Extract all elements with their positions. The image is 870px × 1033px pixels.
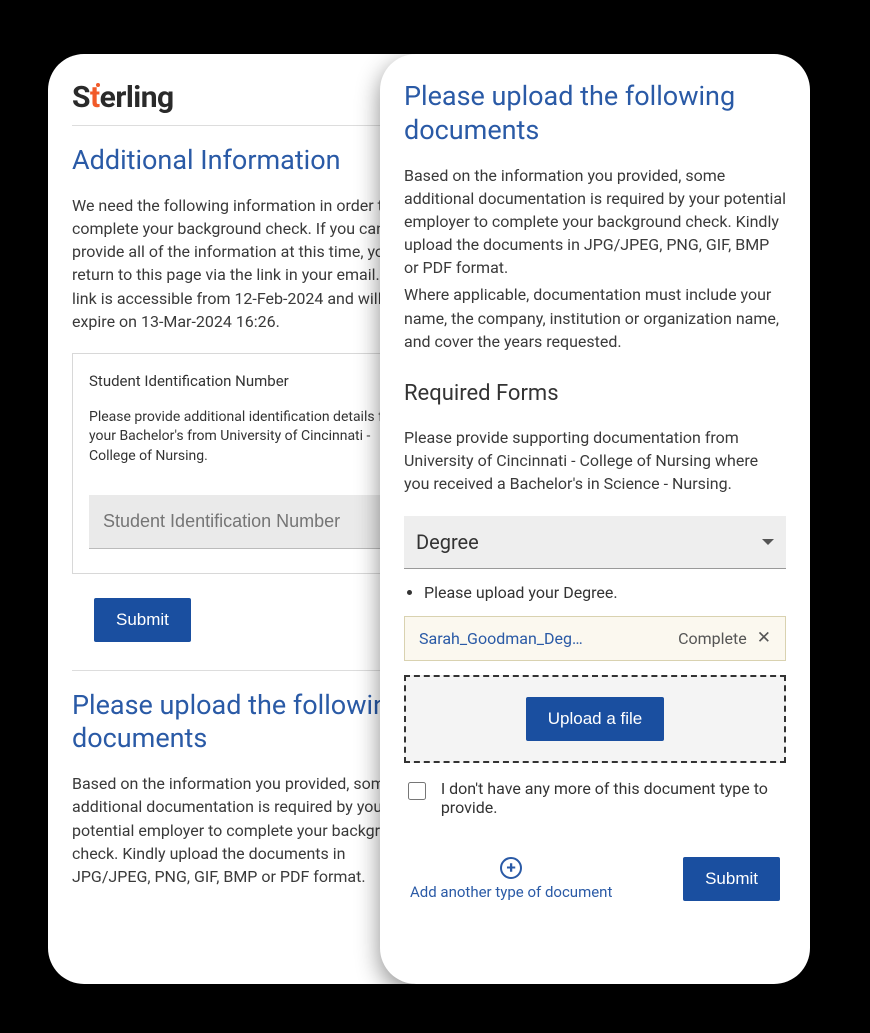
document-type-select[interactable]: Degree [404, 516, 786, 569]
student-id-input[interactable] [89, 495, 407, 549]
no-more-docs-label: I don't have any more of this document t… [441, 779, 786, 817]
upload-intro-text: Based on the information you provided, s… [72, 772, 424, 888]
uploaded-file-chip: Sarah_Goodman_Deg… Complete ✕ [404, 616, 786, 661]
submit-button[interactable]: Submit [94, 598, 191, 642]
heading-additional-info: Additional Information [72, 144, 424, 178]
heading-upload-docs: Please upload the following documents [404, 80, 786, 148]
add-document-label: Add another type of document [410, 883, 612, 903]
divider [72, 670, 424, 671]
required-forms-help: Please provide supporting documentation … [404, 426, 786, 496]
submit-button[interactable]: Submit [683, 857, 780, 901]
intro-text: We need the following information in ord… [72, 194, 424, 333]
footer-row: + Add another type of document Submit [404, 857, 786, 903]
document-type-label: Degree [416, 530, 479, 554]
upload-intro-line1: Based on the information you provided, s… [404, 164, 786, 280]
card-upload-docs: Please upload the following documents Ba… [380, 54, 810, 984]
divider [72, 125, 424, 126]
chevron-down-icon [762, 539, 774, 545]
no-more-docs-row[interactable]: I don't have any more of this document t… [404, 779, 786, 817]
brand-logo: Sterling [72, 80, 424, 115]
heading-required-forms: Required Forms [404, 381, 786, 406]
file-dropzone[interactable]: Upload a file [404, 675, 786, 763]
upload-instruction-item: Please upload your Degree. [424, 583, 786, 602]
upload-file-button[interactable]: Upload a file [526, 697, 665, 741]
add-document-button[interactable]: + Add another type of document [410, 857, 612, 903]
student-id-label: Student Identification Number [89, 372, 407, 390]
uploaded-file-status: Complete [678, 629, 747, 648]
upload-intro-line2: Where applicable, documentation must inc… [404, 283, 786, 353]
no-more-docs-checkbox[interactable] [408, 781, 426, 801]
student-id-help: Please provide additional identification… [89, 408, 407, 467]
plus-icon: + [500, 857, 522, 879]
upload-instruction-list: Please upload your Degree. [424, 583, 786, 602]
heading-upload-docs: Please upload the following documents [72, 689, 424, 757]
uploaded-file-name: Sarah_Goodman_Deg… [419, 629, 664, 648]
remove-file-icon[interactable]: ✕ [757, 630, 771, 647]
student-id-form: Student Identification Number Please pro… [72, 353, 424, 574]
